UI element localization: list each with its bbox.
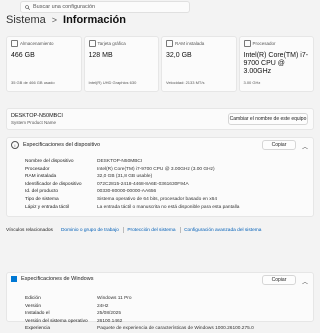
spec-key: Identificador de dispositivo: [25, 181, 82, 187]
spec-row: Id. del producto 00330-80000-00000-AA656: [25, 188, 239, 196]
breadcrumb-separator: >: [51, 15, 58, 25]
spec-value: 26100.1462: [97, 318, 123, 324]
spec-key: Versión: [25, 303, 41, 309]
device-specs-header[interactable]: i Especificaciones del dispositivo: [11, 141, 100, 149]
related-links: Vínculos relacionados Dominio o grupo de…: [6, 227, 314, 233]
spec-key: Experiencia: [25, 326, 51, 332]
storage-card[interactable]: Almacenamiento 466 GB 35 GB de 466 GB us…: [6, 36, 82, 92]
graphics-card[interactable]: Tarjeta gráfica 128 MB Intel(R) UHD Grap…: [83, 36, 159, 92]
spec-key: Nombre del dispositivo: [25, 159, 74, 164]
spec-value: Windows 11 Pro: [97, 296, 132, 301]
spec-row: Versión 24H2: [25, 303, 254, 311]
card-value: Intel(R) Core(TM) i7-9700 CPU @ 3.00GHz: [243, 52, 309, 75]
related-links-title: Vínculos relacionados: [6, 227, 53, 233]
spec-row: Tipo de sistema Sistema operativo de 64 b…: [25, 196, 239, 204]
card-label: Tarjeta gráfica: [97, 41, 126, 46]
spec-value: 00330-80000-00000-AA656: [97, 189, 157, 195]
copy-device-specs-button[interactable]: Copiar: [262, 140, 296, 150]
chevron-up-icon[interactable]: ︿: [302, 277, 308, 286]
section-title: Especificaciones de Windows: [21, 276, 94, 282]
divider: [179, 227, 181, 233]
spec-value: Intel(R) Core(TM) i7-9700 CPU @ 3.00GHz …: [97, 166, 215, 172]
windows-specs-header[interactable]: Especificaciones de Windows: [11, 276, 93, 282]
device-specs-list: Nombre del dispositivo DESKTOP-N50MBCI Pr…: [25, 158, 239, 211]
spec-key: Id. del producto: [25, 189, 59, 195]
spec-key: RAM instalada: [25, 174, 57, 180]
card-sub: 3.00 GHz: [243, 80, 261, 85]
summary-cards: Almacenamiento 466 GB 35 GB de 466 GB us…: [6, 36, 314, 92]
card-value: 128 MB: [88, 52, 113, 59]
search-placeholder: Buscar una configuración: [33, 4, 96, 10]
spec-row: Lápiz y entrada táctil La entrada táctil …: [25, 204, 239, 212]
breadcrumb: Sistema > Información: [6, 14, 126, 26]
spec-row: Edición Windows 11 Pro: [25, 295, 254, 303]
search-icon: [25, 4, 30, 10]
card-sub: 35 GB de 466 GB usado: [11, 80, 55, 85]
link-domain-workgroup[interactable]: Dominio o grupo de trabajo: [61, 228, 119, 233]
spec-row: Instalado el 25/08/2025: [25, 310, 254, 318]
breadcrumb-parent[interactable]: Sistema: [6, 14, 46, 26]
spec-value: 24H2: [97, 303, 109, 309]
card-label: RAM instalada: [175, 41, 205, 46]
copy-windows-specs-button[interactable]: Copiar: [262, 275, 296, 285]
spec-row: Versión del sistema operativo 26100.1462: [25, 318, 254, 326]
processor-icon: [243, 40, 251, 47]
page-title: Información: [63, 14, 126, 26]
processor-card[interactable]: Procesador Intel(R) Core(TM) i7-9700 CPU…: [238, 36, 314, 92]
spec-key: Lápiz y entrada táctil: [25, 204, 69, 210]
spec-value: DESKTOP-N50MBCI: [97, 159, 143, 164]
spec-row: Nombre del dispositivo DESKTOP-N50MBCI: [25, 158, 239, 166]
link-system-protection[interactable]: Protección del sistema: [127, 228, 175, 233]
card-sub: Intel(R) UHD Graphics 630: [88, 80, 137, 85]
spec-row: RAM instalada 32,0 GB (31,8 GB usable): [25, 173, 239, 181]
card-label: Procesador: [252, 41, 276, 46]
ram-icon: [166, 40, 173, 47]
spec-value: 32,0 GB (31,8 GB usable): [97, 174, 153, 180]
link-advanced-settings[interactable]: Configuración avanzada del sistema: [184, 228, 261, 233]
windows-logo-icon: [11, 276, 17, 282]
spec-value: La entrada táctil o manuscrita no está d…: [97, 204, 240, 210]
card-value: 466 GB: [11, 52, 35, 59]
device-name-panel: DESKTOP-N50MBCI System Product Name Camb…: [6, 108, 314, 130]
graphics-card-icon: [88, 40, 96, 47]
storage-icon: [11, 40, 18, 47]
chevron-up-icon[interactable]: ︿: [302, 142, 308, 151]
rename-pc-button[interactable]: Cambiar el nombre de este equipo: [228, 113, 308, 125]
spec-row: Identificador de dispositivo 072C2815-241…: [25, 181, 239, 189]
ram-card[interactable]: RAM instalada 32,0 GB Velocidad: 2133 MT…: [161, 36, 237, 92]
device-specs-panel: i Especificaciones del dispositivo Copia…: [6, 137, 314, 217]
spec-value: Paquete de experiencia de característica…: [97, 326, 254, 332]
device-name: DESKTOP-N50MBCI: [11, 113, 63, 119]
spec-key: Tipo de sistema: [25, 196, 59, 202]
section-title: Especificaciones del dispositivo: [23, 142, 101, 148]
spec-value: 25/08/2025: [97, 311, 122, 317]
spec-key: Instalado el: [25, 311, 50, 317]
card-sub: Velocidad: 2133 MT/s: [166, 80, 205, 85]
divider: [122, 227, 124, 233]
info-icon: i: [11, 141, 19, 149]
card-value: 32,0 GB: [166, 52, 192, 59]
spec-row: Procesador Intel(R) Core(TM) i7-9700 CPU …: [25, 166, 239, 174]
card-label: Almacenamiento: [20, 41, 54, 46]
spec-key: Versión del sistema operativo: [25, 318, 88, 324]
search-input[interactable]: Buscar una configuración: [20, 1, 190, 13]
spec-key: Edición: [25, 296, 41, 301]
spec-row: Experiencia Paquete de experiencia de car…: [25, 325, 254, 333]
spec-value: Sistema operativo de 64 bits, procesador…: [97, 196, 217, 202]
spec-key: Procesador: [25, 166, 50, 172]
windows-specs-list: Edición Windows 11 Pro Versión 24H2 Instal…: [25, 295, 254, 333]
device-model: System Product Name: [11, 120, 57, 125]
spec-value: 072C2815-2418-4468-8A6E-0361630F94A: [97, 181, 189, 187]
